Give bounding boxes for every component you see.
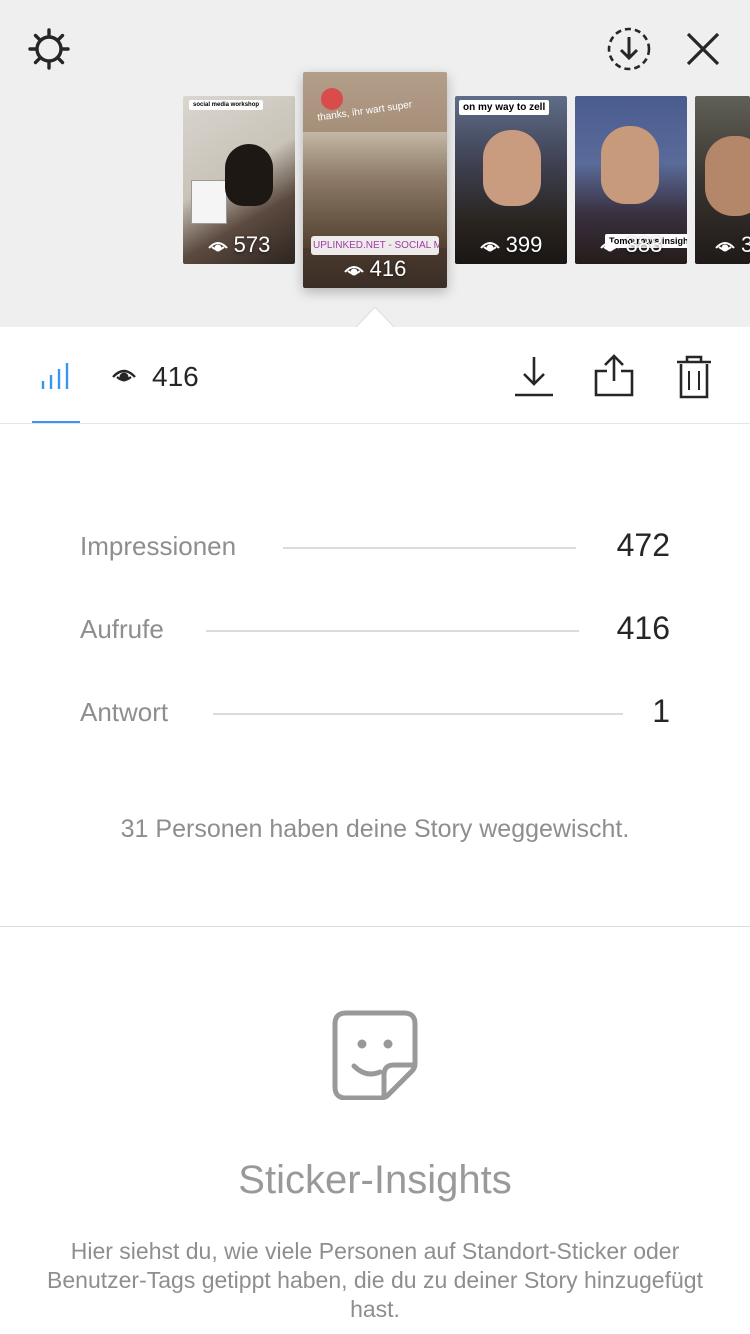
poster-image [191,180,227,224]
metric-value: 1 [652,693,670,729]
metric-label: Antwort [80,697,169,727]
section-divider [0,926,750,927]
sticker-insights-description: Hier siehst du, wie viele Personen auf S… [47,1238,703,1322]
person-silhouette [225,144,273,206]
view-count: 399 [455,232,567,258]
story-thumbnail[interactable]: social media workshop 573 [183,96,295,264]
swipe-away-text: 31 Personen haben deine Story weggewisch… [120,815,630,843]
metric-value: 472 [616,527,670,563]
story-thumbnail[interactable]: Tomorrow's insights. 383 [575,96,687,264]
download-icon[interactable] [514,355,554,397]
person-face [705,136,750,216]
sticker-image [321,88,343,110]
sticker-insights-title: Sticker-Insights [238,1158,512,1202]
group-photo [303,132,447,248]
metric-value: 416 [616,610,670,646]
story-thumbnail[interactable]: on my way to zell 399 [455,96,567,264]
share-icon[interactable] [594,353,634,397]
metric-label: Aufrufe [80,614,164,644]
sticker-icon [332,1010,418,1100]
eye-icon [715,242,735,252]
metric-leader-line [283,547,576,549]
person-face [483,130,541,206]
view-count: 573 [183,232,295,258]
gear-icon[interactable] [26,26,72,72]
story-thumbnail-selected[interactable]: thanks, ihr wart super UPLINKED.NET - SO… [303,72,447,288]
trash-icon[interactable] [676,355,712,399]
insights-toolbar: 416 [0,327,750,424]
bar-chart-icon[interactable] [40,361,72,391]
eye-icon [599,242,620,252]
view-count: 416 [303,256,447,282]
story-carousel-area: social media workshop 573 thanks, ihr wa… [0,0,750,328]
view-count: 383 [575,232,687,258]
view-count: 3 [715,232,750,258]
story-thumbnail[interactable]: 3 [695,96,750,264]
eye-icon [207,242,228,252]
person-face [601,126,659,204]
eye-icon [343,266,364,276]
eye-icon[interactable] [112,367,136,385]
metric-leader-line [213,713,623,715]
metric-impressions: Impressionen 472 [80,527,670,567]
download-circle-icon[interactable] [606,26,652,72]
story-view-count: 416 [152,361,199,392]
metric-replies: Antwort 1 [80,693,670,733]
metric-views: Aufrufe 416 [80,610,670,650]
metric-label: Impressionen [80,531,237,561]
active-tab-indicator [32,421,80,423]
metric-leader-line [206,630,579,632]
close-icon[interactable] [684,30,722,68]
eye-icon [479,242,500,252]
